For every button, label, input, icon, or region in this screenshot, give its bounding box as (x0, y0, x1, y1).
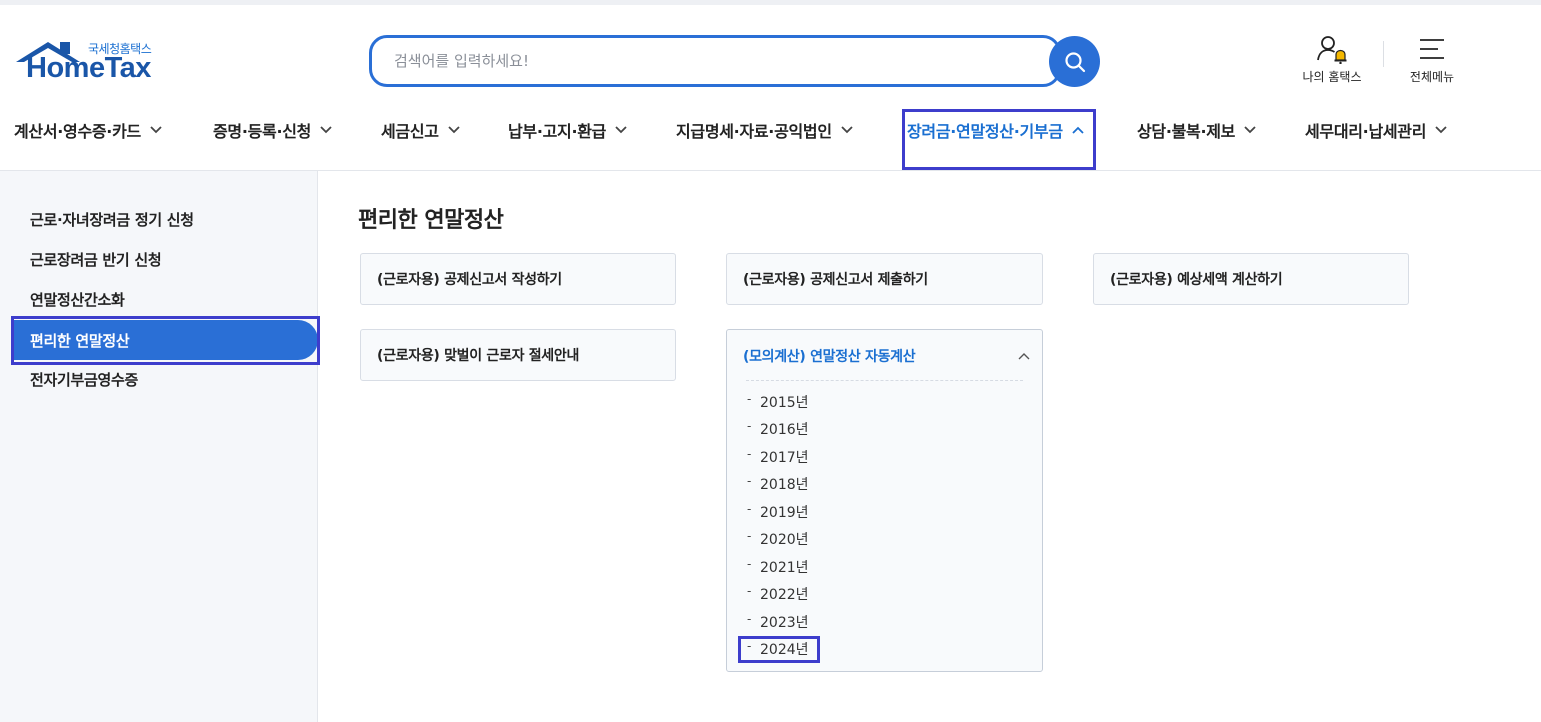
gnb-item-incentive-yearend[interactable]: 장려금·연말정산·기부금 (907, 110, 1084, 150)
gnb-item-label: 세무대리·납세관리 (1305, 122, 1427, 141)
year-list: -2015년 -2016년 -2017년 -2018년 -2019년 -2020… (747, 388, 809, 663)
gnb-item-label: 상담·불복·제보 (1137, 122, 1236, 141)
gnb-item-label: 납부·고지·환급 (508, 122, 607, 141)
year-label: 2018년 (760, 477, 809, 494)
chevron-down-icon (615, 126, 627, 134)
accordion-header[interactable]: (모의계산) 연말정산 자동계산 (727, 330, 1042, 381)
side-item-label: 연말정산간소화 (30, 290, 125, 309)
gnb-item-label: 지급명세·자료·공익법인 (676, 122, 832, 141)
dash-bullet: - (747, 584, 752, 599)
chevron-down-icon (320, 126, 332, 134)
user-bell-icon (1317, 36, 1347, 64)
page-title: 편리한 연말정산 (358, 208, 504, 233)
logo-wordmark: HomeTax (26, 52, 151, 84)
year-label: 2016년 (760, 422, 809, 439)
year-label: 2017년 (760, 449, 809, 466)
dash-bullet: - (747, 501, 752, 516)
year-link[interactable]: -2018년 (747, 471, 809, 499)
gnb-item-agent[interactable]: 세무대리·납세관리 (1305, 110, 1447, 150)
gnb-item-certificate[interactable]: 증명·등록·신청 (213, 110, 332, 150)
chevron-down-icon (1244, 126, 1256, 134)
search-input[interactable] (369, 35, 1061, 87)
card-label: (근로자용) 예상세액 계산하기 (1110, 272, 1283, 288)
my-hometax-button[interactable]: 나의 홈택스 (1297, 34, 1367, 85)
gnb-item-label: 장려금·연말정산·기부금 (907, 122, 1063, 141)
card-tax-estimate[interactable]: (근로자용) 예상세액 계산하기 (1093, 253, 1409, 305)
year-link[interactable]: -2023년 (747, 608, 809, 636)
dash-bullet: - (747, 611, 752, 626)
side-item-donation-receipt[interactable]: 전자기부금영수증 (14, 359, 318, 399)
year-link[interactable]: -2019년 (747, 498, 809, 526)
year-link[interactable]: -2020년 (747, 526, 809, 554)
dash-bullet: - (747, 556, 752, 571)
utility-divider (1383, 41, 1384, 67)
my-hometax-label: 나의 홈택스 (1302, 70, 1362, 84)
gnb-item-tax-return[interactable]: 세금신고 (381, 110, 460, 150)
search-icon (1064, 51, 1085, 72)
chevron-down-icon (841, 126, 853, 134)
dash-bullet: - (747, 639, 752, 654)
year-link[interactable]: -2021년 (747, 553, 809, 581)
dash-bullet: - (747, 446, 752, 461)
year-label: 2023년 (760, 614, 809, 631)
year-label: 2020년 (760, 532, 809, 549)
chevron-down-icon (448, 126, 460, 134)
gnb-item-label: 증명·등록·신청 (213, 122, 312, 141)
year-link[interactable]: -2016년 (747, 416, 809, 444)
year-label: 2019년 (760, 504, 809, 521)
dash-bullet: - (747, 529, 752, 544)
side-item-simplified[interactable]: 연말정산간소화 (14, 279, 318, 319)
gnb-item-statement[interactable]: 지급명세·자료·공익법인 (676, 110, 853, 150)
gnb-item-invoice[interactable]: 계산서·영수증·카드 (14, 110, 162, 150)
card-label: (근로자용) 공제신고서 작성하기 (377, 272, 562, 288)
card-label: (근로자용) 공제신고서 제출하기 (743, 272, 928, 288)
card-deduction-submit[interactable]: (근로자용) 공제신고서 제출하기 (726, 253, 1043, 305)
side-item-convenient-yearend[interactable]: 편리한 연말정산 (14, 320, 318, 360)
side-item-label: 근로장려금 반기 신청 (30, 250, 162, 269)
year-label: 2022년 (760, 587, 809, 604)
dash-bullet: - (747, 474, 752, 489)
year-label: 2021년 (760, 559, 809, 576)
chevron-up-icon (1018, 348, 1030, 364)
side-item-label: 근로·자녀장려금 정기 신청 (30, 210, 194, 229)
side-item-incentive-regular[interactable]: 근로·자녀장려금 정기 신청 (14, 199, 318, 239)
gnb-item-label: 세금신고 (381, 122, 439, 141)
gnb-item-payment[interactable]: 납부·고지·환급 (508, 110, 627, 150)
chevron-up-icon (1072, 126, 1084, 134)
side-item-label: 전자기부금영수증 (30, 370, 139, 389)
global-nav: 계산서·영수증·카드 증명·등록·신청 세금신고 납부·고지·환급 지급명세·자… (0, 110, 1541, 150)
year-label: 2015년 (760, 394, 809, 411)
dash-bullet: - (747, 419, 752, 434)
year-link-2024[interactable]: -2024년 (747, 636, 809, 664)
all-menu-label: 전체메뉴 (1409, 70, 1455, 84)
hamburger-icon (1420, 39, 1444, 59)
year-link[interactable]: -2015년 (747, 388, 809, 416)
year-link[interactable]: -2017년 (747, 443, 809, 471)
auto-calc-accordion: (모의계산) 연말정산 자동계산 -2015년 -2016년 -2017년 -2… (726, 329, 1043, 672)
card-dual-income[interactable]: (근로자용) 맞벌이 근로자 절세안내 (360, 329, 676, 381)
chevron-down-icon (1435, 126, 1447, 134)
year-link[interactable]: -2022년 (747, 581, 809, 609)
dash-bullet: - (747, 391, 752, 406)
top-strip (0, 0, 1541, 5)
all-menu-button[interactable]: 전체메뉴 (1402, 34, 1462, 85)
chevron-down-icon (150, 126, 162, 134)
accordion-divider (746, 380, 1023, 381)
hometax-logo[interactable]: 국세청홈택스 HomeTax (14, 36, 174, 88)
side-item-label: 편리한 연말정산 (30, 331, 130, 350)
search-bar (369, 35, 1101, 87)
card-deduction-write[interactable]: (근로자용) 공제신고서 작성하기 (360, 253, 676, 305)
gnb-item-label: 계산서·영수증·카드 (14, 122, 141, 141)
search-button[interactable] (1049, 36, 1100, 87)
gnb-item-consult[interactable]: 상담·불복·제보 (1137, 110, 1256, 150)
accordion-title: (모의계산) 연말정산 자동계산 (743, 348, 916, 365)
card-label: (근로자용) 맞벌이 근로자 절세안내 (377, 348, 580, 364)
year-label: 2024년 (760, 642, 809, 659)
side-item-incentive-half[interactable]: 근로장려금 반기 신청 (14, 239, 318, 279)
